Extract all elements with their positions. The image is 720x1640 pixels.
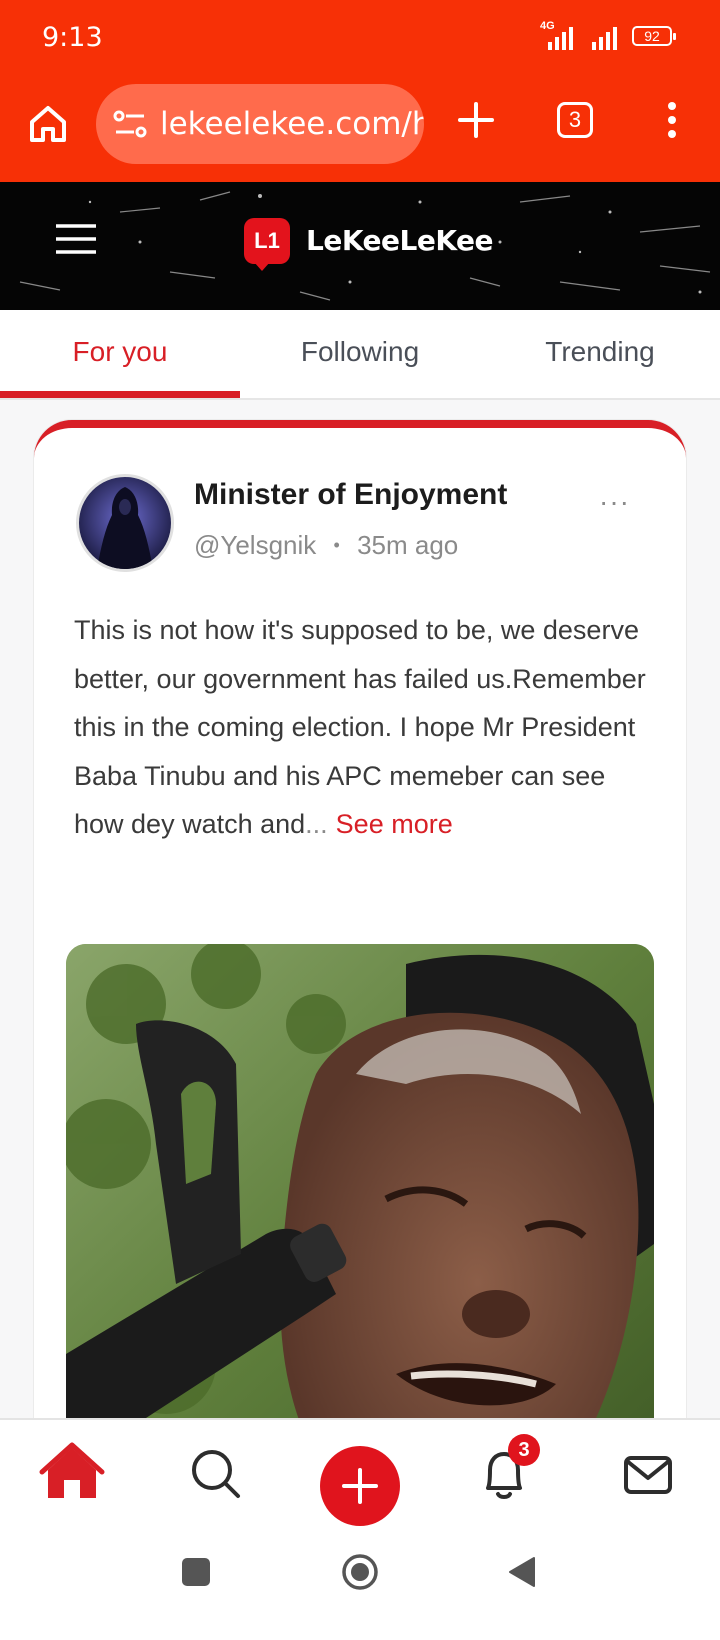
system-navigation-bar <box>0 1528 720 1640</box>
app-logo[interactable]: L1 LeKeeLeKee <box>244 218 494 274</box>
home-icon <box>30 106 66 142</box>
more-vert-icon <box>668 102 676 138</box>
logo-mark: L1 <box>244 218 290 271</box>
tab-following[interactable]: Following <box>240 336 480 368</box>
status-time: 9:13 <box>42 22 103 53</box>
signal-icon <box>548 27 573 50</box>
url-bar[interactable]: lekeelekee.com/h <box>96 84 424 164</box>
create-post-button[interactable] <box>320 1446 400 1526</box>
notification-badge: 3 <box>508 1434 540 1466</box>
logo-text: LeKeeLeKee <box>306 224 494 257</box>
post-time: 35m ago <box>357 530 459 560</box>
meta-separator: • <box>333 535 340 555</box>
feed-tabs: For you Following Trending <box>0 310 720 400</box>
circle-home-icon <box>342 1554 378 1590</box>
site-settings-icon[interactable] <box>112 106 148 142</box>
battery-level: 92 <box>644 28 660 44</box>
tab-label: Trending <box>545 336 655 367</box>
nav-messages-button[interactable] <box>608 1434 688 1514</box>
hamburger-menu-button[interactable] <box>54 222 98 256</box>
new-tab-button[interactable] <box>452 96 500 144</box>
status-bar: 9:13 4G 92 <box>0 0 720 80</box>
recents-button[interactable] <box>182 1558 210 1586</box>
plus-icon <box>458 102 494 138</box>
see-more-link[interactable]: See more <box>336 809 453 839</box>
search-icon <box>192 1450 240 1498</box>
post-meta: @Yelsgnik • 35m ago <box>194 530 458 561</box>
battery-icon: 92 <box>632 26 676 46</box>
back-triangle-icon <box>509 1557 535 1587</box>
tab-label: For you <box>72 336 168 367</box>
home-icon <box>39 1442 105 1498</box>
post-body: This is not how it's supposed to be, we … <box>74 615 646 839</box>
signal-icon-2 <box>592 27 617 50</box>
status-indicators: 4G 92 <box>540 20 680 52</box>
post-card[interactable]: Minister of Enjoyment @Yelsgnik • 35m ag… <box>34 420 686 1418</box>
more-horiz-icon: ··· <box>599 486 630 517</box>
feed[interactable]: Minister of Enjoyment @Yelsgnik • 35m ag… <box>0 400 720 1418</box>
tab-switcher-button[interactable]: 3 <box>557 102 593 138</box>
avatar[interactable] <box>76 474 174 572</box>
post-more-button[interactable]: ··· <box>599 486 630 518</box>
browser-home-button[interactable] <box>24 100 72 148</box>
nav-home-button[interactable] <box>32 1434 112 1514</box>
post-image[interactable] <box>66 944 654 1418</box>
ellipsis: ... <box>305 809 328 839</box>
browser-toolbar: lekeelekee.com/h 3 <box>0 80 720 182</box>
browser-menu-button[interactable] <box>660 100 684 144</box>
tab-trending[interactable]: Trending <box>480 336 720 368</box>
mail-icon <box>624 1456 672 1494</box>
system-back-button[interactable] <box>506 1555 538 1589</box>
tab-label: Following <box>300 336 420 367</box>
author-handle[interactable]: @Yelsgnik <box>194 530 316 560</box>
tab-for-you[interactable]: For you <box>0 336 240 368</box>
url-text[interactable]: lekeelekee.com/h <box>160 106 424 142</box>
app-header: L1 LeKeeLeKee <box>0 182 720 310</box>
system-home-button[interactable] <box>341 1553 379 1591</box>
nav-search-button[interactable] <box>176 1434 256 1514</box>
bottom-navigation: 3 <box>0 1418 720 1530</box>
add-icon <box>342 1468 378 1504</box>
post-photo <box>66 944 654 1418</box>
author-name[interactable]: Minister of Enjoyment <box>194 478 507 512</box>
tab-count: 3 <box>568 107 582 132</box>
post-text: This is not how it's supposed to be, we … <box>74 606 654 849</box>
hooded-figure-avatar <box>79 477 171 569</box>
active-tab-indicator <box>0 391 240 398</box>
hamburger-icon <box>56 224 96 254</box>
